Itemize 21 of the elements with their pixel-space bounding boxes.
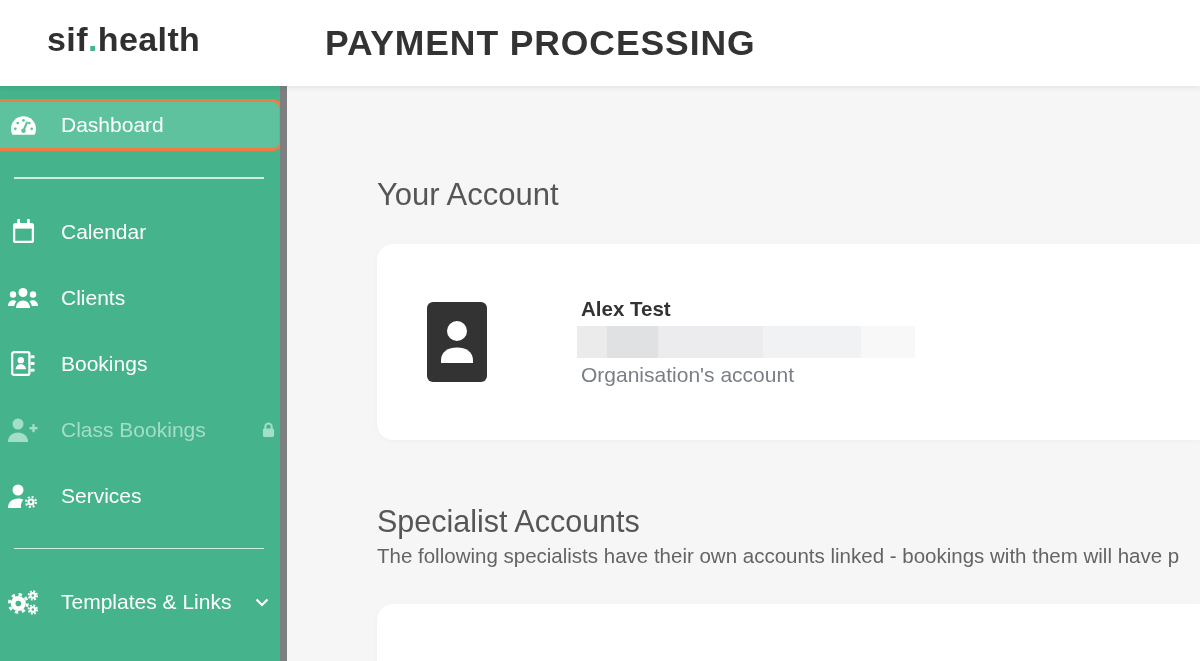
user-gear-icon: [8, 483, 38, 508]
account-name: Alex Test: [581, 297, 671, 321]
logo: sif.health: [47, 19, 201, 58]
users-icon: [8, 287, 38, 308]
gears-icon: [8, 589, 38, 615]
section-description: The following specialists have their own accounts linked - bookings with them will have p: [377, 544, 1181, 567]
sidebar-item[interactable]: Templates & Links: [0, 576, 280, 628]
section-title: Specialist Accounts: [377, 503, 641, 539]
sidebar-item[interactable]: Dashboard: [0, 99, 280, 151]
sidebar-item[interactable]: Bookings: [0, 337, 280, 390]
gauge-icon: [9, 115, 37, 135]
page-title: PAYMENT PROCESSING: [325, 22, 756, 64]
user-plus-icon: [8, 417, 38, 442]
contact-book-icon: [11, 351, 35, 376]
sidebar-item[interactable]: Clients: [0, 271, 280, 324]
user-avatar-icon: [427, 302, 487, 382]
calendar-icon: [11, 219, 35, 244]
section-title: Your Account: [377, 177, 560, 213]
sidebar-item[interactable]: Calendar: [0, 205, 280, 258]
account-type: Organisation's account: [581, 363, 794, 387]
sidebar-item[interactable]: Services: [0, 469, 280, 522]
